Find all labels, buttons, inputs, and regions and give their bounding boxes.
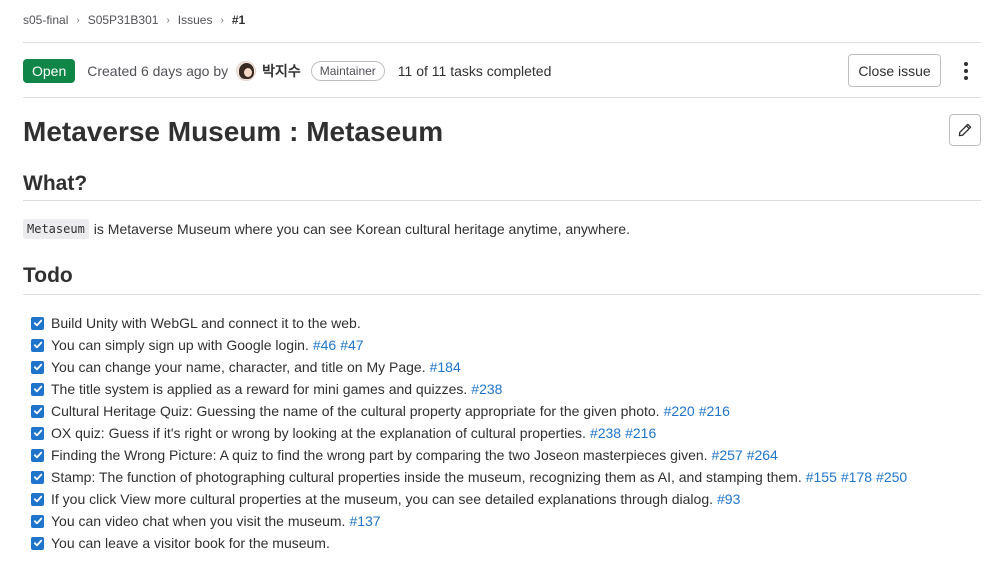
check-icon: [33, 517, 42, 525]
issue-reference-link[interactable]: #238: [471, 381, 502, 397]
task-checkbox[interactable]: [31, 316, 44, 330]
issue-reference-link[interactable]: #216: [699, 403, 730, 419]
issue-reference-link[interactable]: #216: [625, 425, 656, 441]
issue-reference-link[interactable]: #178: [841, 469, 872, 485]
task-item: You can video chat when you visit the mu…: [31, 510, 907, 532]
issue-header: Open Created 6 days ago by 박지수 Maintaine…: [23, 54, 981, 87]
kebab-menu-icon[interactable]: [963, 62, 969, 80]
issue-reference-link[interactable]: #184: [430, 359, 461, 375]
breadcrumb-group[interactable]: s05-final: [23, 13, 68, 27]
check-icon: [33, 385, 42, 393]
chevron-right-icon: ›: [166, 14, 170, 26]
task-text: Build Unity with WebGL and connect it to…: [51, 315, 361, 331]
breadcrumb: s05-final › S05P31B301 › Issues › #1: [23, 11, 245, 29]
task-item: Build Unity with WebGL and connect it to…: [31, 312, 907, 334]
task-checkbox[interactable]: [31, 360, 44, 374]
task-checkbox[interactable]: [31, 470, 44, 484]
check-icon: [33, 407, 42, 415]
divider: [23, 97, 981, 98]
author-link[interactable]: 박지수: [262, 61, 301, 81]
check-icon: [33, 451, 42, 459]
inline-code: Metaseum: [23, 219, 89, 239]
pencil-icon: [958, 123, 972, 137]
task-item: You can simply sign up with Google login…: [31, 334, 907, 356]
task-text: Finding the Wrong Picture: A quiz to fin…: [51, 447, 708, 463]
task-checkbox[interactable]: [31, 338, 44, 352]
task-item: If you click View more cultural properti…: [31, 488, 907, 510]
task-text: You can change your name, character, and…: [51, 359, 426, 375]
breadcrumb-current-issue[interactable]: #1: [232, 13, 245, 27]
breadcrumb-project[interactable]: S05P31B301: [88, 13, 159, 27]
task-text: The title system is applied as a reward …: [51, 381, 468, 397]
issue-reference-link[interactable]: #238: [590, 425, 621, 441]
task-text: You can simply sign up with Google login…: [51, 337, 309, 353]
issue-reference-link[interactable]: #137: [349, 513, 380, 529]
check-icon: [33, 473, 42, 481]
check-icon: [33, 341, 42, 349]
task-checkbox[interactable]: [31, 536, 44, 550]
issue-reference-link[interactable]: #220: [664, 403, 695, 419]
task-item: Stamp: The function of photographing cul…: [31, 466, 907, 488]
task-checkbox[interactable]: [31, 404, 44, 418]
task-checkbox[interactable]: [31, 514, 44, 528]
status-badge: Open: [23, 59, 76, 83]
task-text: Stamp: The function of photographing cul…: [51, 469, 802, 485]
check-icon: [33, 429, 42, 437]
check-icon: [33, 363, 42, 371]
description-text: is Metaverse Museum where you can see Ko…: [93, 221, 630, 237]
description-paragraph: Metaseum is Metaverse Museum where you c…: [23, 219, 630, 239]
issue-reference-link[interactable]: #264: [747, 447, 778, 463]
issue-title: Metaverse Museum : Metaseum: [23, 116, 444, 147]
check-icon: [33, 539, 42, 547]
task-item: Finding the Wrong Picture: A quiz to fin…: [31, 444, 907, 466]
task-checkbox[interactable]: [31, 382, 44, 396]
issue-reference-link[interactable]: #46: [313, 337, 336, 353]
issue-reference-link[interactable]: #47: [340, 337, 363, 353]
chevron-right-icon: ›: [76, 14, 80, 26]
issue-reference-link[interactable]: #93: [717, 491, 740, 507]
section-heading-what: What?: [23, 172, 88, 195]
chevron-right-icon: ›: [220, 14, 224, 26]
task-text: You can leave a visitor book for the mus…: [51, 535, 330, 551]
task-text: OX quiz: Guess if it's right or wrong by…: [51, 425, 586, 441]
task-checkbox[interactable]: [31, 492, 44, 506]
edit-button[interactable]: [949, 114, 981, 146]
check-icon: [33, 319, 42, 327]
check-icon: [33, 495, 42, 503]
avatar[interactable]: [236, 61, 257, 81]
task-item: OX quiz: Guess if it's right or wrong by…: [31, 422, 907, 444]
issue-reference-link[interactable]: #250: [876, 469, 907, 485]
section-heading-todo: Todo: [23, 264, 73, 287]
task-item: You can change your name, character, and…: [31, 356, 907, 378]
task-list: Build Unity with WebGL and connect it to…: [31, 312, 907, 554]
task-item: You can leave a visitor book for the mus…: [31, 532, 907, 554]
task-checkbox[interactable]: [31, 426, 44, 440]
task-item: Cultural Heritage Quiz: Guessing the nam…: [31, 400, 907, 422]
task-item: The title system is applied as a reward …: [31, 378, 907, 400]
breadcrumb-issues[interactable]: Issues: [178, 13, 213, 27]
issue-reference-link[interactable]: #155: [806, 469, 837, 485]
divider: [23, 200, 981, 201]
task-checkbox[interactable]: [31, 448, 44, 462]
role-badge: Maintainer: [310, 61, 385, 81]
task-text: Cultural Heritage Quiz: Guessing the nam…: [51, 403, 660, 419]
close-issue-button[interactable]: Close issue: [848, 54, 941, 87]
created-text: Created 6 days ago by: [87, 63, 229, 79]
divider: [23, 294, 981, 295]
task-text: You can video chat when you visit the mu…: [51, 513, 346, 529]
divider: [23, 42, 981, 43]
issue-reference-link[interactable]: #257: [712, 447, 743, 463]
task-text: If you click View more cultural properti…: [51, 491, 713, 507]
tasks-status: 11 of 11 tasks completed: [397, 63, 552, 79]
